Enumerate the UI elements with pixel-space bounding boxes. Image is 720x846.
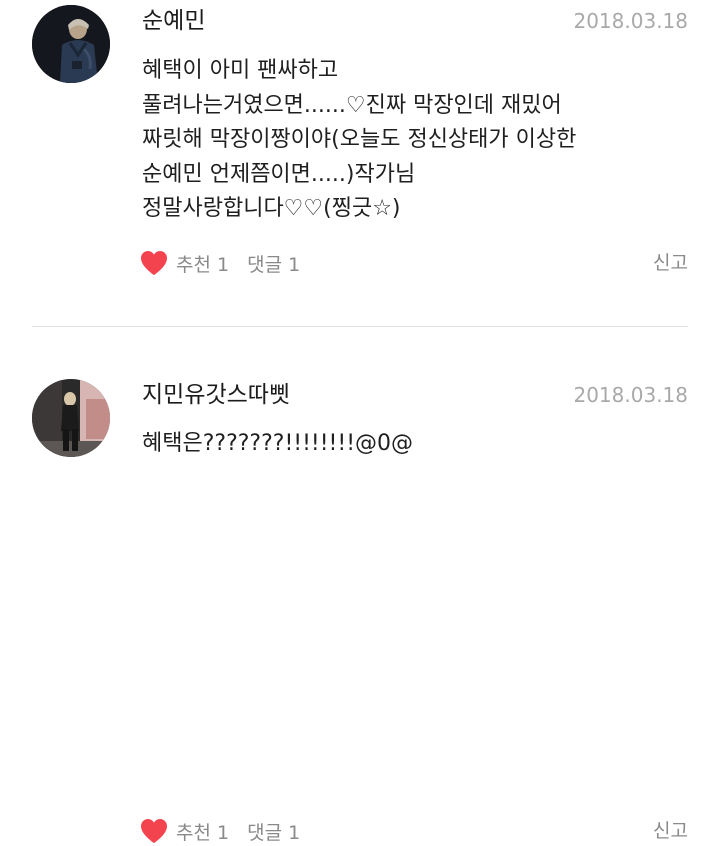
comment-item: 순예민 2018.03.18 혜택이 아미 팬싸하고 풀려나는거였으면.....… (0, 0, 720, 326)
report-button[interactable]: 신고 (653, 816, 688, 846)
avatar[interactable] (32, 379, 110, 457)
heart-icon[interactable] (140, 818, 168, 844)
reply-count-button[interactable]: 댓글 1 (247, 818, 300, 845)
comment-actions: 추천 1 댓글 1 (140, 248, 300, 278)
comment-body: 혜택은???????!!!!!!!!@0@ (142, 427, 702, 462)
comment-body-line: 정말사랑합니다♡♡(찡긋☆) (142, 196, 401, 221)
comment-item: 지민유갓스따삣 2018.03.18 혜택은???????!!!!!!!!@0@… (0, 327, 720, 844)
report-button[interactable]: 신고 (653, 248, 688, 278)
comment-author[interactable]: 지민유갓스따삣 (142, 380, 290, 410)
comment-date: 2018.03.18 (573, 383, 688, 407)
avatar-image (32, 5, 110, 83)
reply-count-button[interactable]: 댓글 1 (247, 250, 300, 277)
comment-body: 혜택이 아미 팬싸하고 풀려나는거였으면......♡진짜 막장인데 재밌어 짜… (142, 54, 702, 227)
comment-body-line: 혜택은???????!!!!!!!!@0@ (142, 431, 414, 456)
like-count-button[interactable]: 추천 1 (176, 250, 229, 277)
avatar[interactable] (32, 5, 110, 83)
comment-body-line: 혜택이 아미 팬싸하고 (142, 58, 339, 83)
comment-author[interactable]: 순예민 (142, 6, 205, 36)
comment-body-line: 짜릿해 막장이짱이야(오늘도 정신상태가 이상한 (142, 127, 577, 152)
avatar-image (32, 379, 110, 457)
comment-date: 2018.03.18 (573, 9, 688, 33)
comment-actions: 추천 1 댓글 1 (140, 816, 300, 846)
comment-body-line: 순예민 언제쯤이면.....)작가님 (142, 161, 416, 187)
comment-body-line: 풀려나는거였으면......♡진짜 막장인데 재밌어 (142, 92, 562, 118)
like-count-button[interactable]: 추천 1 (176, 818, 229, 845)
heart-icon[interactable] (140, 250, 168, 276)
